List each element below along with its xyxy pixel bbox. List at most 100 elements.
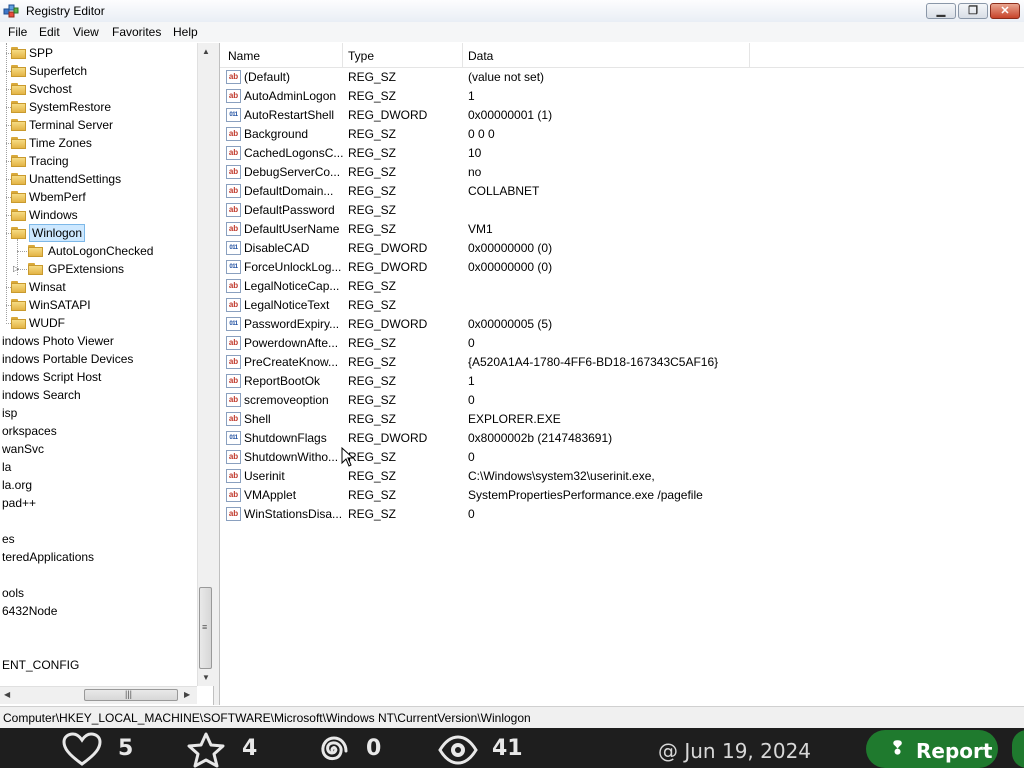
overlay-action-button[interactable] [1012,730,1024,768]
tree-item[interactable]: WbemPerf [0,188,197,206]
restore-button[interactable]: ❐ [958,3,988,19]
registry-value-row[interactable]: 011 ShutdownFlags REG_DWORD 0x8000002b (214… [220,429,1024,448]
value-data: 0 0 0 [468,127,495,141]
tree-item[interactable]: es [0,530,197,548]
tree-item[interactable] [0,566,197,584]
tree-item-label: Winlogon [29,224,86,242]
registry-value-row[interactable]: ab DefaultDomain... REG_SZ COLLABNET [220,182,1024,201]
tree-item[interactable]: orkspaces [0,422,197,440]
tree-item[interactable]: la.org [0,476,197,494]
tree-item[interactable]: Winsat [0,278,197,296]
tree-item[interactable]: Terminal Server [0,116,197,134]
tree-item[interactable]: Time Zones [0,134,197,152]
tree-item[interactable]: ▷ GPExtensions [0,260,197,278]
minimize-button[interactable]: ▁ [926,3,956,19]
value-data: 0 [468,507,475,521]
tree-horizontal-scroll-thumb[interactable]: ||| [84,689,178,701]
registry-value-row[interactable]: ab (Default) REG_SZ (value not set) [220,68,1024,87]
registry-value-row[interactable]: ab DefaultPassword REG_SZ [220,201,1024,220]
menu-file[interactable]: File [8,25,27,39]
registry-tree[interactable]: SPP Superfetch Svchost SystemRestore Termina… [0,43,214,705]
close-button[interactable]: ✕ [990,3,1020,19]
value-type: REG_DWORD [348,431,428,445]
registry-value-row[interactable]: ab LegalNoticeCap... REG_SZ [220,277,1024,296]
tree-item[interactable] [0,620,197,638]
tree-item[interactable] [0,512,197,530]
scroll-right-icon[interactable]: ▶ [184,690,190,699]
registry-value-row[interactable]: ab Userinit REG_SZ C:\Windows\system32\user… [220,467,1024,486]
scroll-left-icon[interactable]: ◀ [4,690,10,699]
values-list[interactable]: Name Type Data ab (Default) REG_SZ (value n… [219,43,1024,705]
tree-item[interactable]: la [0,458,197,476]
menu-view[interactable]: View [73,25,99,39]
tree-item[interactable]: teredApplications [0,548,197,566]
tree-item[interactable]: ools [0,584,197,602]
string-value-icon: ab [226,374,241,388]
registry-value-row[interactable]: 011 ForceUnlockLog... REG_DWORD 0x00000000 … [220,258,1024,277]
column-divider[interactable] [462,43,463,67]
registry-value-row[interactable]: ab PreCreateKnow... REG_SZ {A520A1A4-1780-4… [220,353,1024,372]
registry-value-row[interactable]: ab VMApplet REG_SZ SystemPropertiesPerforma… [220,486,1024,505]
tree-horizontal-scrollbar[interactable]: ◀ ||| ▶ [0,686,197,704]
column-header-name[interactable]: Name [228,49,260,63]
column-header-data[interactable]: Data [468,49,493,63]
tree-item[interactable]: UnattendSettings [0,170,197,188]
tree-item[interactable]: ENT_CONFIG [0,656,197,674]
tree-item[interactable]: Svchost [0,80,197,98]
value-name: ShutdownFlags [244,431,327,445]
registry-value-row[interactable]: ab LegalNoticeText REG_SZ [220,296,1024,315]
column-divider[interactable] [342,43,343,67]
status-bar: Computer\HKEY_LOCAL_MACHINE\SOFTWARE\Mic… [0,706,1024,729]
scroll-down-icon[interactable]: ▼ [202,673,210,682]
menu-favorites[interactable]: Favorites [112,25,161,39]
report-button[interactable]: ❢ Report [866,730,998,768]
expand-arrow-icon[interactable]: ▷ [13,260,19,278]
string-value-icon: ab [226,507,241,521]
tree-item[interactable]: Winlogon [0,224,197,242]
tree-item[interactable]: SystemRestore [0,98,197,116]
tree-item[interactable]: WinSATAPI [0,296,197,314]
registry-value-row[interactable]: ab CachedLogonsC... REG_SZ 10 [220,144,1024,163]
registry-value-row[interactable]: ab WinStationsDisa... REG_SZ 0 [220,505,1024,524]
tree-item[interactable]: pad++ [0,494,197,512]
tree-item-label: indows Search [2,388,81,402]
column-divider[interactable] [749,43,750,67]
tree-item[interactable]: SPP [0,44,197,62]
registry-value-row[interactable]: ab DebugServerCo... REG_SZ no [220,163,1024,182]
registry-value-row[interactable]: ab Background REG_SZ 0 0 0 [220,125,1024,144]
registry-value-row[interactable]: 011 AutoRestartShell REG_DWORD 0x00000001 (… [220,106,1024,125]
tree-vertical-scroll-thumb[interactable]: ≡ [199,587,212,669]
tree-item[interactable]: Windows [0,206,197,224]
tree-item[interactable]: indows Search [0,386,197,404]
registry-value-row[interactable]: ab ReportBootOk REG_SZ 1 [220,372,1024,391]
value-data: 0x00000000 (0) [468,260,553,274]
registry-value-row[interactable]: ab DefaultUserName REG_SZ VM1 [220,220,1024,239]
value-data: VM1 [468,222,493,236]
tree-item[interactable]: Tracing [0,152,197,170]
tree-item[interactable]: isp [0,404,197,422]
scroll-up-icon[interactable]: ▲ [202,47,210,56]
folder-icon [11,173,26,185]
window-title: Registry Editor [26,4,105,18]
tree-item[interactable]: indows Portable Devices [0,350,197,368]
tree-item[interactable]: wanSvc [0,440,197,458]
tree-item[interactable]: indows Photo Viewer [0,332,197,350]
column-header-type[interactable]: Type [348,49,374,63]
tree-item[interactable]: indows Script Host [0,368,197,386]
registry-value-row[interactable]: ab AutoAdminLogon REG_SZ 1 [220,87,1024,106]
tree-vertical-scrollbar[interactable]: ▲ ≡ ▼ [197,43,214,686]
tree-item[interactable]: WUDF [0,314,197,332]
tree-item[interactable]: AutoLogonChecked [0,242,197,260]
registry-value-row[interactable]: ab scremoveoption REG_SZ 0 [220,391,1024,410]
tree-item[interactable]: Superfetch [0,62,197,80]
tree-item[interactable]: 6432Node [0,602,197,620]
value-type: REG_SZ [348,336,397,350]
menu-help[interactable]: Help [173,25,198,39]
registry-value-row[interactable]: ab PowerdownAfte... REG_SZ 0 [220,334,1024,353]
registry-value-row[interactable]: ab Shell REG_SZ EXPLORER.EXE [220,410,1024,429]
registry-value-row[interactable]: 011 DisableCAD REG_DWORD 0x00000000 (0) [220,239,1024,258]
folder-icon [11,47,26,59]
tree-item[interactable] [0,638,197,656]
menu-edit[interactable]: Edit [39,25,60,39]
registry-value-row[interactable]: 011 PasswordExpiry... REG_DWORD 0x00000005 … [220,315,1024,334]
